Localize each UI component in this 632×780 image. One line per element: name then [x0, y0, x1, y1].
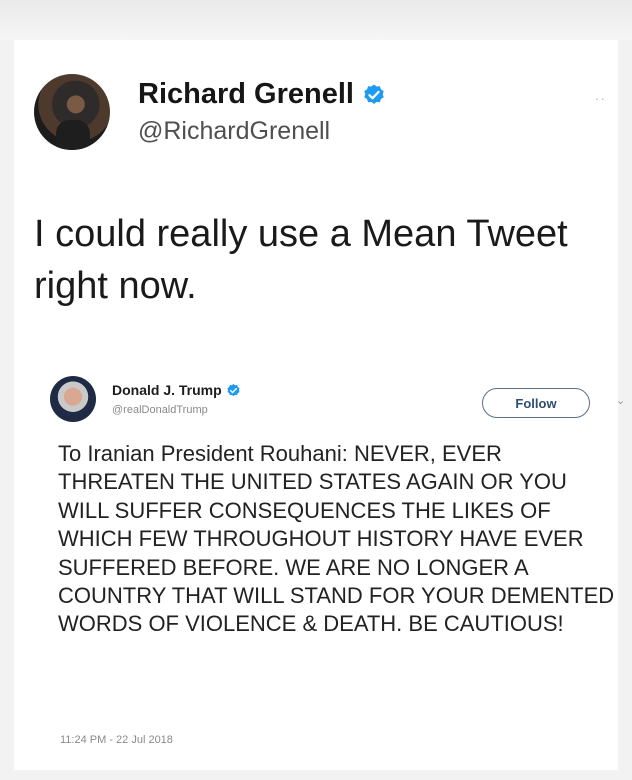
quoted-tweet-text: To Iranian President Rouhani: NEVER, EVE… [58, 441, 615, 637]
quoted-tweet-screenshot: Donald J. Trump @realDonaldTrump Follow … [50, 376, 625, 768]
quoted-author-handle: @realDonaldTrump [112, 404, 208, 416]
quoted-tweet-timestamp: 11:24 PM - 22 Jul 2018 [60, 734, 173, 746]
quoted-name-row: Donald J. Trump [112, 382, 241, 398]
tweet-author[interactable]: Richard Grenell @RichardGrenell [34, 74, 386, 150]
display-name-row: Richard Grenell [138, 78, 386, 111]
verified-badge-icon [227, 383, 240, 396]
author-handle[interactable]: @RichardGrenell [138, 117, 386, 146]
author-display-name[interactable]: Richard Grenell [138, 78, 354, 111]
screen-top-area [0, 0, 632, 40]
quoted-author-name: Donald J. Trump [112, 382, 222, 398]
author-avatar[interactable] [34, 74, 110, 150]
quoted-author-avatar [50, 376, 96, 422]
author-names: Richard Grenell @RichardGrenell [138, 78, 386, 146]
more-options-icon[interactable]: ·· [595, 90, 606, 106]
tweet-card: ·· Richard Grenell @RichardGrenell I cou… [14, 40, 625, 770]
tweet-text: I could really use a Mean Tweet right no… [34, 213, 568, 307]
follow-button: Follow [482, 388, 590, 418]
chevron-down-icon: ⌄ [616, 395, 626, 407]
verified-badge-icon [364, 84, 384, 104]
